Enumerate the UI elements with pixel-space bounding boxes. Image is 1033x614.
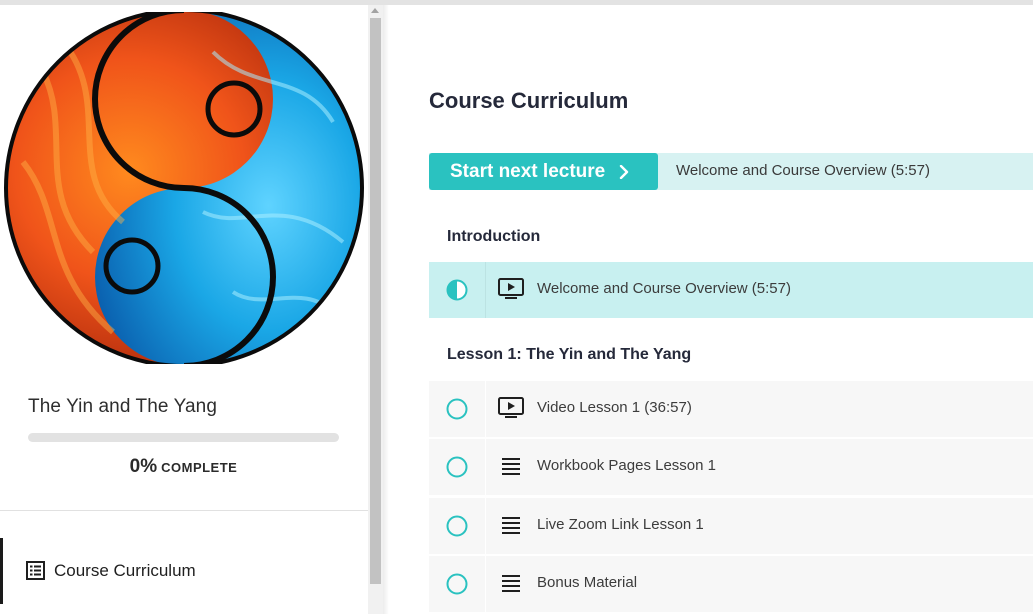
lecture-status-cell xyxy=(429,381,486,437)
start-next-lecture-button[interactable]: Start next lecture xyxy=(429,153,658,190)
main-content: Course Curriculum Start next lecture Wel… xyxy=(389,5,1033,614)
lecture-title: Live Zoom Link Lesson 1 xyxy=(537,516,704,533)
text-lines-icon xyxy=(498,572,524,594)
lecture-title: Welcome and Course Overview (5:57) xyxy=(537,280,791,297)
video-play-icon xyxy=(498,278,524,300)
lecture-row[interactable]: Bonus Material xyxy=(429,556,1033,612)
lecture-row[interactable]: Live Zoom Link Lesson 1 xyxy=(429,498,1033,554)
lecture-row[interactable]: Welcome and Course Overview (5:57) xyxy=(429,262,1033,318)
not-started-circle-icon xyxy=(446,398,468,420)
lecture-status-cell xyxy=(429,439,486,495)
half-progress-icon xyxy=(446,279,468,301)
not-started-circle-icon xyxy=(446,456,468,478)
lecture-status-cell xyxy=(429,556,486,612)
not-started-circle-icon xyxy=(446,515,468,537)
curriculum-list-icon xyxy=(26,561,45,580)
progress-percent: 0% xyxy=(129,456,158,477)
course-progress-bar xyxy=(28,433,339,442)
chevron-right-icon xyxy=(617,164,631,180)
section-title: Introduction xyxy=(447,228,541,245)
progress-label: 0% COMPLETE xyxy=(28,456,339,478)
sidebar-scrollbar[interactable] xyxy=(368,5,383,614)
page-title: Course Curriculum xyxy=(429,88,629,113)
sidebar: The Yin and The Yang 0% COMPLETE Course C… xyxy=(0,5,368,614)
lecture-title: Video Lesson 1 (36:57) xyxy=(537,399,692,416)
not-started-circle-icon xyxy=(446,573,468,595)
lecture-row[interactable]: Video Lesson 1 (36:57) xyxy=(429,381,1033,437)
start-next-lecture-label: Start next lecture xyxy=(450,161,606,182)
section-title: Lesson 1: The Yin and The Yang xyxy=(447,346,692,363)
scroll-thumb[interactable] xyxy=(370,18,381,584)
next-lecture-name: Welcome and Course Overview (5:57) xyxy=(676,162,930,179)
progress-complete-word: COMPLETE xyxy=(161,460,238,475)
lecture-row[interactable]: Workbook Pages Lesson 1 xyxy=(429,439,1033,495)
active-indicator xyxy=(0,538,3,604)
course-title: The Yin and The Yang xyxy=(28,396,217,417)
next-lecture-bar: Start next lecture Welcome and Course Ov… xyxy=(429,153,1033,190)
text-lines-icon xyxy=(498,455,524,477)
video-play-icon xyxy=(498,397,524,419)
sidebar-divider xyxy=(0,510,368,511)
course-logo-image xyxy=(3,7,365,369)
sidebar-item-label: Course Curriculum xyxy=(54,561,196,580)
lecture-title: Bonus Material xyxy=(537,574,638,591)
text-lines-icon xyxy=(498,514,524,536)
scroll-up-arrow-icon[interactable] xyxy=(371,8,379,13)
sidebar-item-course-curriculum[interactable]: Course Curriculum xyxy=(0,538,368,604)
lecture-status-cell xyxy=(429,262,486,318)
lecture-status-cell xyxy=(429,498,486,554)
lecture-title: Workbook Pages Lesson 1 xyxy=(537,457,716,474)
